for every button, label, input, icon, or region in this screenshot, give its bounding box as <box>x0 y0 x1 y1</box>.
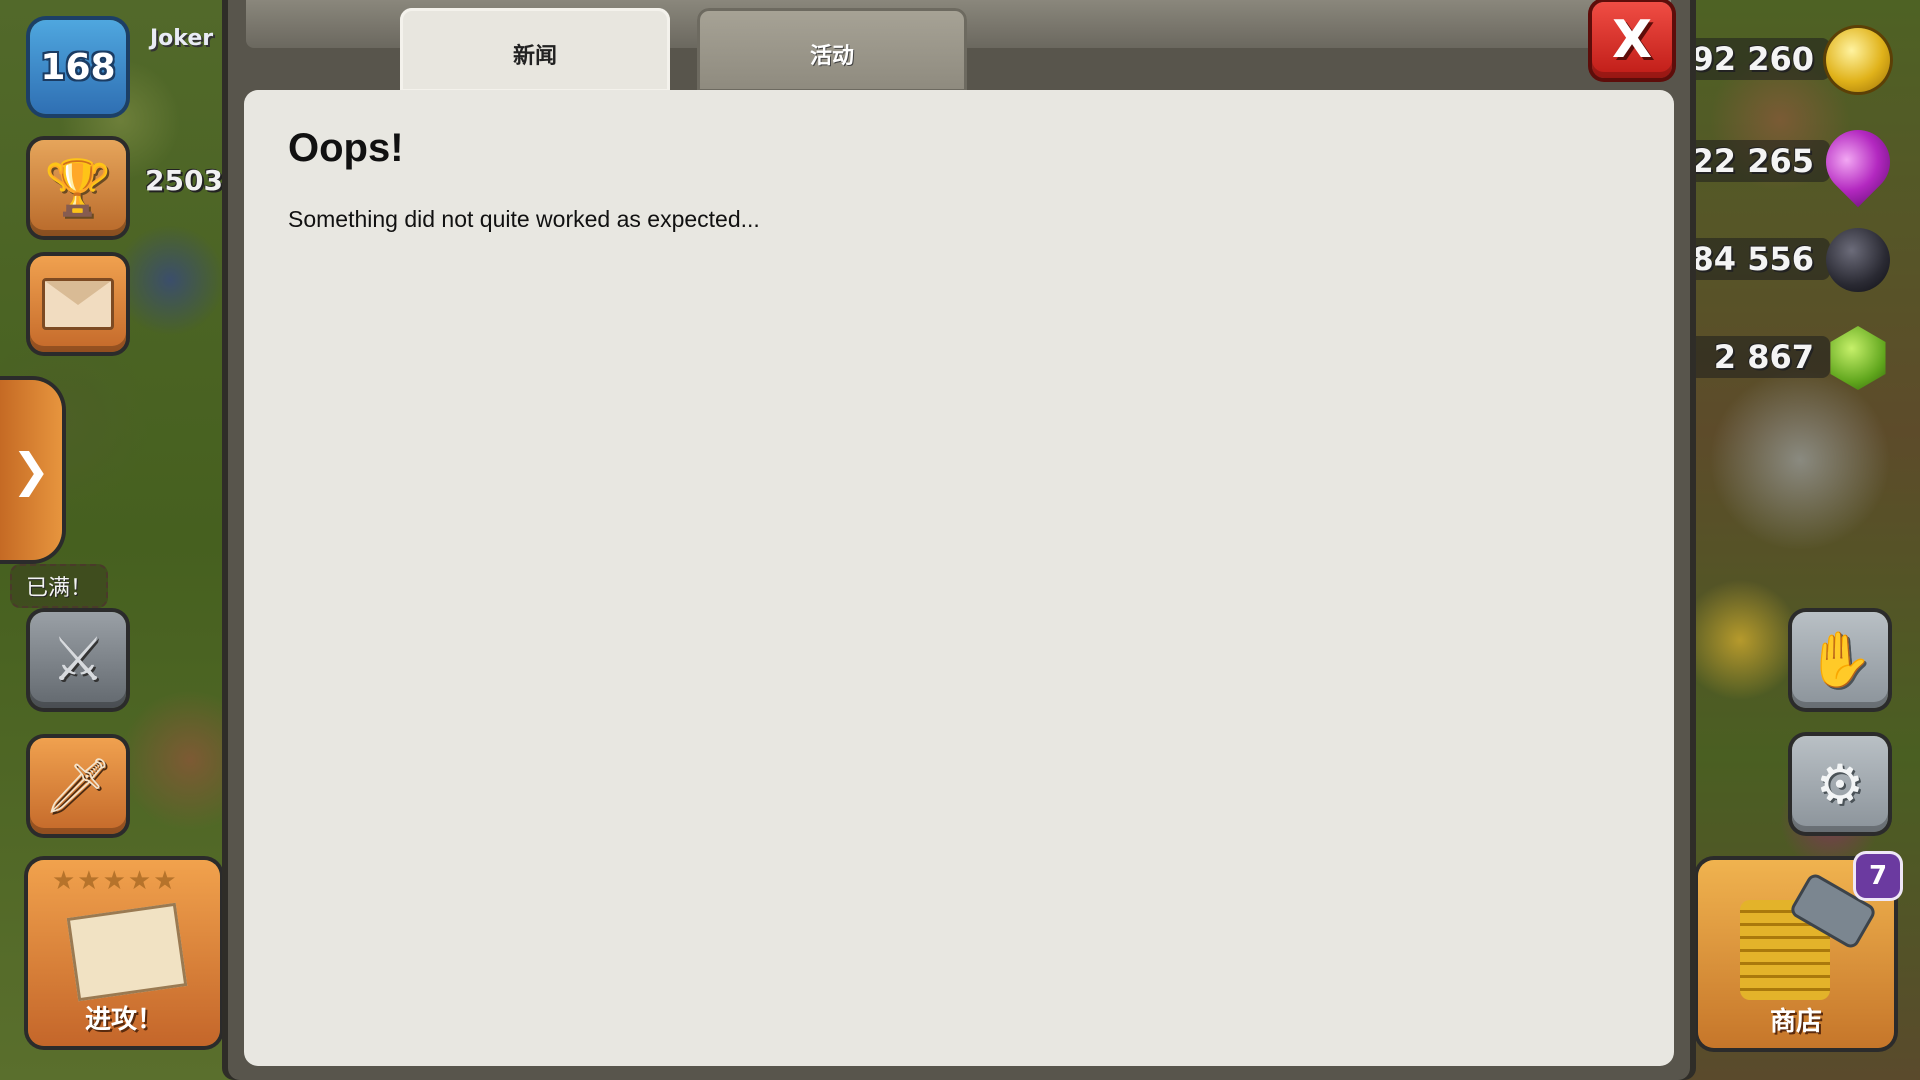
trophy-button[interactable]: 🏆 <box>30 140 126 236</box>
gems-resource[interactable]: 2 867 <box>1660 326 1890 390</box>
tab-news[interactable]: 新闻 <box>400 8 670 92</box>
dark-elixir-value: 84 556 <box>1691 240 1814 278</box>
hand-move-icon: ✋ <box>1806 628 1874 691</box>
tab-news-label: 新闻 <box>512 44 557 69</box>
tool-button[interactable]: 🗡 <box>30 738 126 834</box>
gem-icon <box>1830 326 1886 390</box>
elixir-resource: 322 265 <box>1660 116 1904 208</box>
dark-elixir-drop-icon <box>1826 228 1890 292</box>
attack-button[interactable]: ★★★★★ 进攻！ <box>28 860 220 1046</box>
content-panel: Oops! Something did not quite worked as … <box>244 90 1674 1066</box>
error-message: Something did not quite worked as expect… <box>288 206 760 232</box>
gold-value: 92 260 <box>1691 40 1814 78</box>
attack-label: 进攻！ <box>84 1005 163 1035</box>
bottle-sword-icon: 🗡 <box>43 754 113 817</box>
gold-coin-icon <box>1826 28 1890 92</box>
treasure-map-icon <box>66 902 188 1002</box>
battle-button[interactable]: ⚔ <box>30 612 126 708</box>
mail-icon <box>42 278 114 330</box>
edit-layout-button[interactable]: ✋ <box>1792 612 1888 708</box>
tab-events-label: 活动 <box>809 44 854 69</box>
settings-button[interactable]: ⚙ <box>1792 736 1888 832</box>
elixir-value: 322 265 <box>1669 142 1814 180</box>
gems-value: 2 867 <box>1713 338 1814 376</box>
error-title: Oops! <box>288 126 404 170</box>
gold-resource: 92 260 <box>1660 28 1890 92</box>
dark-elixir-resource: 84 556 <box>1660 228 1890 292</box>
attack-stars: ★★★★★ <box>52 866 179 896</box>
side-panel-toggle[interactable]: ❯ <box>0 380 62 560</box>
tab-events[interactable]: 活动 <box>697 8 967 92</box>
crossed-swords-icon: ⚔ <box>51 625 105 695</box>
shop-label: 商店 <box>1769 1007 1822 1037</box>
trophy-icon: 🏆 <box>44 156 112 219</box>
mail-button[interactable] <box>30 256 126 352</box>
player-level: 168 <box>40 46 116 88</box>
chevron-right-icon: ❯ <box>11 443 51 497</box>
full-label: 已满！ <box>10 564 108 608</box>
trophy-count: 2503 <box>145 164 223 197</box>
level-badge[interactable]: 168 <box>30 20 126 114</box>
close-button[interactable]: X <box>1592 2 1672 78</box>
gears-icon: ⚙ <box>1815 752 1865 816</box>
player-name: Joker <box>150 26 214 51</box>
shop-button[interactable]: 商店 7 <box>1698 854 1900 1048</box>
close-icon: X <box>1611 10 1653 70</box>
shop-notification-badge: 7 <box>1856 854 1900 898</box>
